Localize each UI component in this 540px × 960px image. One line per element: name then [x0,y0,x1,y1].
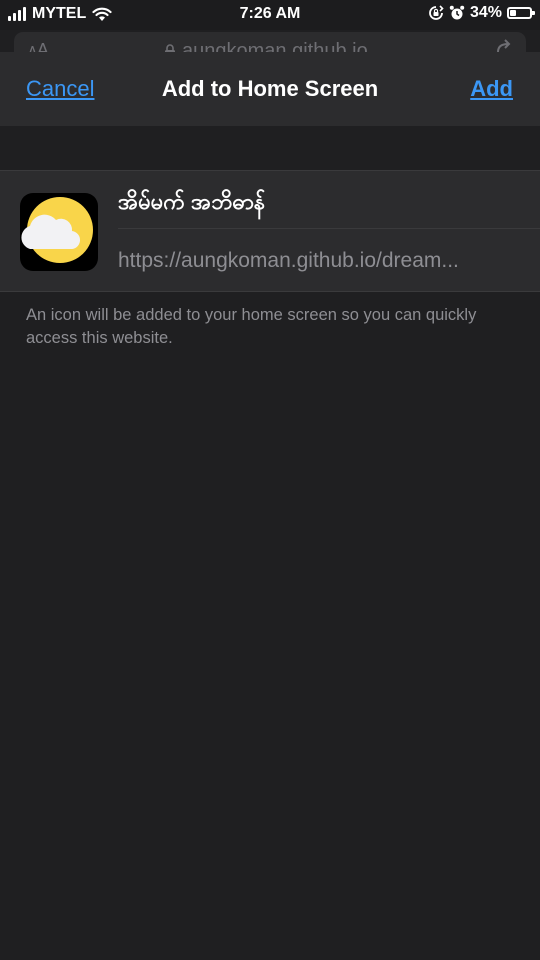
orientation-lock-icon [429,5,444,20]
navigation-bar: Cancel Add to Home Screen Add [0,52,540,126]
battery-icon [507,7,535,19]
weather-icon [20,193,98,271]
add-to-home-sheet: Cancel Add to Home Screen Add အိမ်မက် အဘ… [0,52,540,960]
status-bar: MYTEL 7:26 AM 34% [0,0,540,30]
status-right: 34% [428,4,535,22]
battery-percent: 34% [469,4,502,21]
browser-address-bar: ᴀA aungkoman.github.io [14,32,526,54]
alarm-icon [449,5,465,20]
hint-text: An icon will be added to your home scree… [26,306,477,347]
page-title: Add to Home Screen [161,76,379,101]
bookmark-details: အိမ်မက် အဘိဓာန် https://aungkoman.github… [0,170,540,292]
url-text: https://aungkoman.github.io/dream... [118,249,459,272]
name-field[interactable]: အိမ်မက် အဘိဓာန် [118,171,540,229]
battery-nub [532,11,535,15]
add-button[interactable]: Add [470,76,513,102]
battery-fill [510,10,516,16]
app-name: အိမ်မက် အဘိဓာန် [118,189,266,214]
